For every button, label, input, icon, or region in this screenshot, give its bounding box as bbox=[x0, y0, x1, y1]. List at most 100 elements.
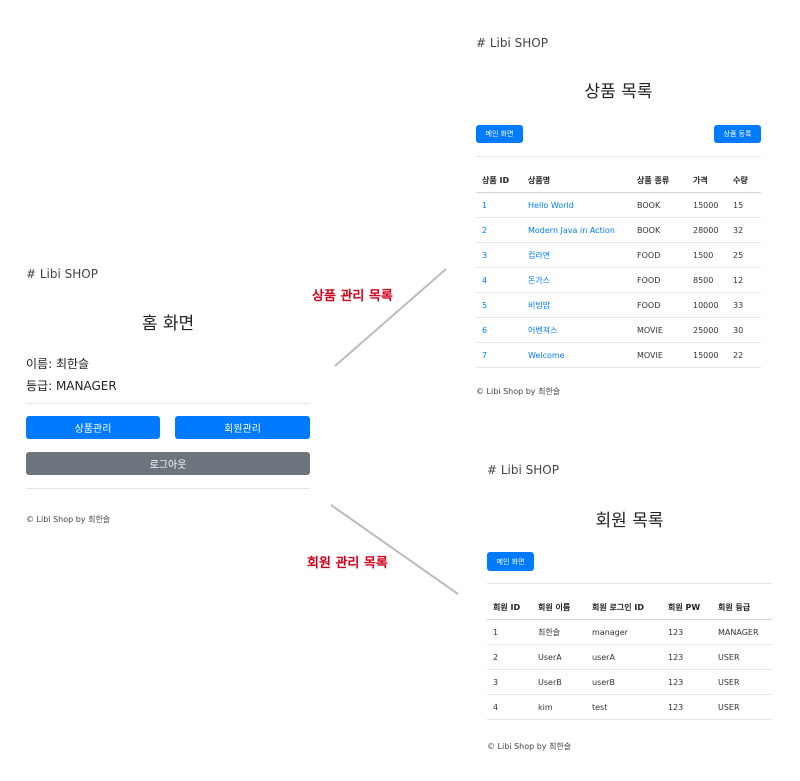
table-row: 1 Hello World BOOK 15000 15 bbox=[476, 192, 761, 218]
product-price: 28000 bbox=[687, 217, 727, 243]
products-page-title: 상품 목록 bbox=[584, 82, 653, 102]
home-divider-top bbox=[26, 403, 310, 404]
member-grade: USER bbox=[712, 669, 772, 695]
col-header: 상품명 bbox=[522, 169, 631, 193]
table-row: 4 돈가스 FOOD 8500 12 bbox=[476, 267, 761, 293]
product-price: 15000 bbox=[687, 342, 727, 368]
member-grade: USER bbox=[712, 694, 772, 720]
product-name-link[interactable]: 비빔밥 bbox=[522, 292, 631, 318]
members-divider bbox=[487, 583, 772, 584]
product-category: FOOD bbox=[631, 242, 687, 268]
product-id-link[interactable]: 6 bbox=[476, 317, 522, 343]
table-row: 4 kim test 123 USER bbox=[487, 694, 772, 720]
product-id-link[interactable]: 3 bbox=[476, 242, 522, 268]
product-category: MOVIE bbox=[631, 317, 687, 343]
member-id: 4 bbox=[487, 694, 532, 720]
connector-to-products bbox=[334, 268, 447, 367]
member-login-id: userB bbox=[586, 669, 662, 695]
products-table: 상품 ID 상품명 상품 종류 가격 수량 1 Hello World BOOK… bbox=[476, 169, 761, 368]
product-register-button[interactable]: 상품 등록 bbox=[714, 125, 761, 143]
member-id: 3 bbox=[487, 669, 532, 695]
col-header: 회원 ID bbox=[487, 596, 532, 620]
product-category: MOVIE bbox=[631, 342, 687, 368]
product-id-link[interactable]: 4 bbox=[476, 267, 522, 293]
member-login-id: test bbox=[586, 694, 662, 720]
col-header: 가격 bbox=[687, 169, 727, 193]
product-name-link[interactable]: 컵라면 bbox=[522, 242, 631, 268]
product-price: 25000 bbox=[687, 317, 727, 343]
product-id-link[interactable]: 7 bbox=[476, 342, 522, 368]
member-login-id: userA bbox=[586, 644, 662, 670]
table-row: 2 UserA userA 123 USER bbox=[487, 644, 772, 670]
product-name-link[interactable]: Modern Java in Action bbox=[522, 217, 631, 243]
product-category: BOOK bbox=[631, 192, 687, 218]
table-row: 5 비빔밥 FOOD 10000 33 bbox=[476, 292, 761, 318]
member-name: 최한슬 bbox=[532, 619, 586, 645]
col-header: 회원 등급 bbox=[712, 596, 772, 620]
home-user-grade: 등급: MANAGER bbox=[26, 379, 117, 393]
members-page-title: 회원 목록 bbox=[595, 511, 664, 531]
home-page-title: 홈 화면 bbox=[141, 314, 195, 334]
products-divider bbox=[476, 156, 761, 157]
products-footer: © Libi Shop by 최한슬 bbox=[476, 387, 561, 396]
home-footer: © Libi Shop by 최한슬 bbox=[26, 515, 111, 524]
members-main-button[interactable]: 메인 화면 bbox=[487, 552, 534, 571]
product-price: 1500 bbox=[687, 242, 727, 268]
product-category: FOOD bbox=[631, 292, 687, 318]
members-brand: # Libi SHOP bbox=[487, 463, 559, 477]
product-name-link[interactable]: 어벤져스 bbox=[522, 317, 631, 343]
member-manage-button[interactable]: 회원관리 bbox=[175, 416, 310, 439]
member-id: 2 bbox=[487, 644, 532, 670]
callout-members: 회원 관리 목록 bbox=[307, 556, 388, 571]
member-id: 1 bbox=[487, 619, 532, 645]
home-divider-bottom bbox=[26, 488, 310, 489]
home-brand: # Libi SHOP bbox=[26, 267, 98, 281]
member-password: 123 bbox=[662, 619, 712, 645]
product-name-link[interactable]: Welcome bbox=[522, 342, 631, 368]
col-header: 상품 ID bbox=[476, 169, 522, 193]
product-quantity: 12 bbox=[727, 267, 761, 293]
product-quantity: 25 bbox=[727, 242, 761, 268]
col-header: 회원 로그인 ID bbox=[586, 596, 662, 620]
member-grade: USER bbox=[712, 644, 772, 670]
product-price: 8500 bbox=[687, 267, 727, 293]
member-name: kim bbox=[532, 694, 586, 720]
product-category: FOOD bbox=[631, 267, 687, 293]
product-id-link[interactable]: 5 bbox=[476, 292, 522, 318]
table-row: 2 Modern Java in Action BOOK 28000 32 bbox=[476, 217, 761, 243]
connector-to-members bbox=[330, 504, 459, 595]
logout-button[interactable]: 로그아웃 bbox=[26, 452, 310, 475]
product-id-link[interactable]: 1 bbox=[476, 192, 522, 218]
product-name-link[interactable]: Hello World bbox=[522, 192, 631, 218]
products-main-button[interactable]: 메인 화면 bbox=[476, 125, 523, 143]
product-manage-button[interactable]: 상품관리 bbox=[26, 416, 160, 439]
product-price: 15000 bbox=[687, 192, 727, 218]
member-grade: MANAGER bbox=[712, 619, 772, 645]
member-password: 123 bbox=[662, 644, 712, 670]
product-name-link[interactable]: 돈가스 bbox=[522, 267, 631, 293]
table-row: 6 어벤져스 MOVIE 25000 30 bbox=[476, 317, 761, 343]
product-quantity: 22 bbox=[727, 342, 761, 368]
members-header-row: 회원 ID 회원 이름 회원 로그인 ID 회원 PW 회원 등급 bbox=[487, 596, 772, 620]
product-quantity: 30 bbox=[727, 317, 761, 343]
members-footer: © Libi Shop by 최한슬 bbox=[487, 742, 572, 751]
table-row: 7 Welcome MOVIE 15000 22 bbox=[476, 342, 761, 368]
callout-products: 상품 관리 목록 bbox=[312, 289, 393, 304]
col-header: 상품 종류 bbox=[631, 169, 687, 193]
product-id-link[interactable]: 2 bbox=[476, 217, 522, 243]
product-price: 10000 bbox=[687, 292, 727, 318]
product-quantity: 32 bbox=[727, 217, 761, 243]
member-login-id: manager bbox=[586, 619, 662, 645]
products-brand: # Libi SHOP bbox=[476, 36, 548, 50]
member-password: 123 bbox=[662, 694, 712, 720]
member-password: 123 bbox=[662, 669, 712, 695]
product-quantity: 15 bbox=[727, 192, 761, 218]
members-table: 회원 ID 회원 이름 회원 로그인 ID 회원 PW 회원 등급 1 최한슬 … bbox=[487, 596, 772, 720]
product-quantity: 33 bbox=[727, 292, 761, 318]
table-row: 3 UserB userB 123 USER bbox=[487, 669, 772, 695]
table-row: 3 컵라면 FOOD 1500 25 bbox=[476, 242, 761, 268]
member-name: UserA bbox=[532, 644, 586, 670]
col-header: 회원 PW bbox=[662, 596, 712, 620]
col-header: 수량 bbox=[727, 169, 761, 193]
col-header: 회원 이름 bbox=[532, 596, 586, 620]
